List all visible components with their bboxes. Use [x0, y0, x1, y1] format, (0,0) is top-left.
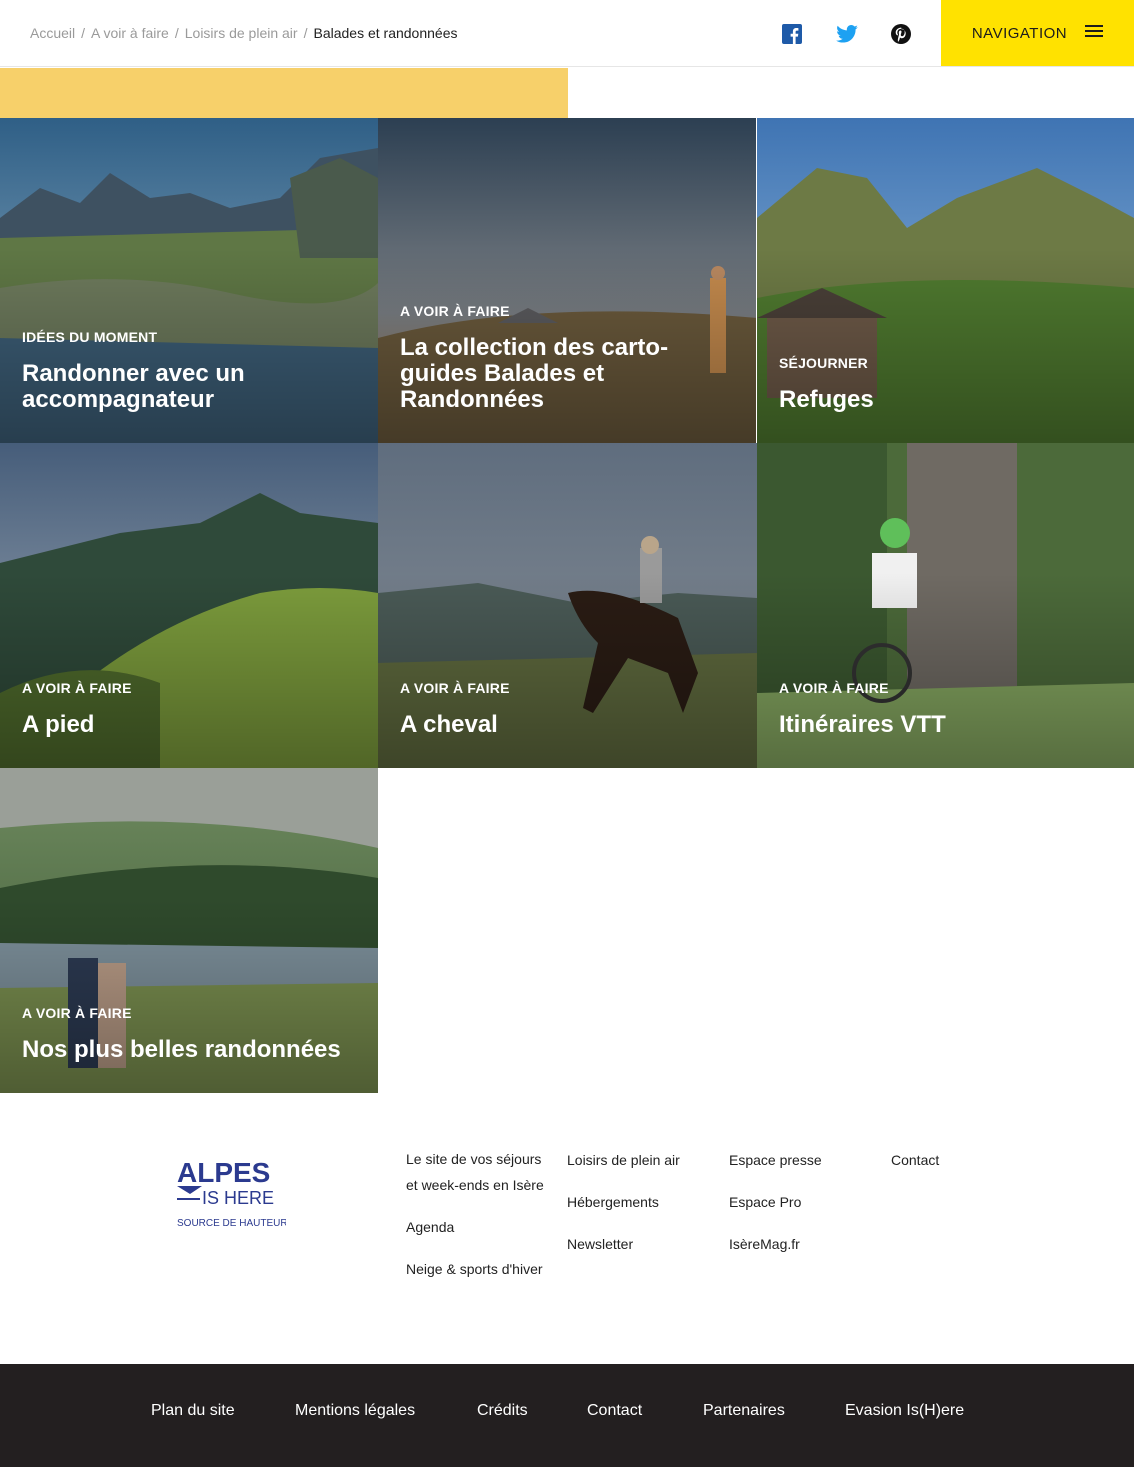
svg-text:IS HERE: IS HERE [202, 1188, 274, 1208]
hamburger-menu-icon [1085, 24, 1104, 43]
tile-plus-belles-randonnees[interactable]: A VOIR À FAIRE Nos plus belles randonnée… [0, 768, 378, 1093]
breadcrumb-separator: / [303, 25, 308, 41]
tile-randonner-accompagnateur[interactable]: IDÉES DU MOMENT Randonner avec un accomp… [0, 118, 378, 443]
breadcrumb-separator: / [174, 25, 179, 41]
tile-title: Nos plus belles randonnées [22, 1036, 341, 1063]
tile-title: Randonner avec un accompagnateur [22, 360, 245, 413]
bottom-link-evasion-ishere[interactable]: Evasion Is(H)ere [845, 1402, 964, 1420]
tile-category: A VOIR À FAIRE [400, 303, 510, 319]
tile-carto-guides[interactable]: A VOIR À FAIRE La collection des carto-g… [378, 118, 756, 443]
site-header: Accueil / A voir à faire / Loisirs de pl… [0, 0, 1134, 67]
alpes-is-here-logo[interactable]: ALPES IS HERE SOURCE DE HAUTEUR [176, 1157, 288, 1233]
footer-link-neige[interactable]: Neige & sports d'hiver [406, 1256, 543, 1282]
tile-category: A VOIR À FAIRE [22, 1005, 132, 1021]
bottom-link-contact[interactable]: Contact [587, 1402, 642, 1420]
tile-category: A VOIR À FAIRE [400, 680, 510, 696]
tile-category: IDÉES DU MOMENT [22, 329, 158, 345]
svg-text:ALPES: ALPES [177, 1158, 270, 1188]
svg-text:SOURCE DE HAUTEUR: SOURCE DE HAUTEUR [177, 1218, 286, 1229]
twitter-icon[interactable] [835, 22, 859, 46]
footer-link-site-sejours-line2[interactable]: et week-ends en Isère [406, 1172, 544, 1198]
footer-link-espace-pro[interactable]: Espace Pro [729, 1189, 801, 1215]
breadcrumb-separator: / [81, 25, 86, 41]
bottom-link-credits[interactable]: Crédits [477, 1402, 528, 1420]
tile-title: Itinéraires VTT [779, 711, 946, 738]
tile-title: La collection des carto-guides Balades e… [400, 334, 669, 413]
tile-itineraires-vtt[interactable]: A VOIR À FAIRE Itinéraires VTT [757, 443, 1134, 768]
tile-a-cheval[interactable]: A VOIR À FAIRE A cheval [378, 443, 757, 768]
tile-a-pied[interactable]: A VOIR À FAIRE A pied [0, 443, 378, 768]
bottom-link-plan-du-site[interactable]: Plan du site [151, 1402, 235, 1420]
tile-category: A VOIR À FAIRE [22, 680, 132, 696]
footer-link-loisirs[interactable]: Loisirs de plein air [567, 1147, 680, 1173]
tile-refuges[interactable]: SÉJOURNER Refuges [757, 118, 1134, 443]
footer-link-hebergements[interactable]: Hébergements [567, 1189, 659, 1215]
tile-title: Refuges [779, 386, 874, 413]
footer-link-iseremag[interactable]: IsèreMag.fr [729, 1231, 800, 1257]
breadcrumb-loisirs[interactable]: Loisirs de plein air [185, 24, 298, 42]
footer-link-agenda[interactable]: Agenda [406, 1214, 454, 1240]
breadcrumb-current: Balades et randonnées [313, 25, 458, 41]
footer-link-espace-presse[interactable]: Espace presse [729, 1147, 822, 1173]
tile-category: A VOIR À FAIRE [779, 680, 889, 696]
navigation-button[interactable]: NAVIGATION [941, 0, 1134, 66]
breadcrumb-home[interactable]: Accueil [30, 24, 75, 42]
tile-category: SÉJOURNER [779, 355, 868, 371]
facebook-icon[interactable] [780, 22, 804, 46]
breadcrumb: Accueil / A voir à faire / Loisirs de pl… [30, 24, 457, 42]
tile-title: A pied [22, 711, 95, 738]
breadcrumb-a-voir-a-faire[interactable]: A voir à faire [91, 24, 169, 42]
footer-link-contact[interactable]: Contact [891, 1147, 939, 1173]
bottom-link-partenaires[interactable]: Partenaires [703, 1402, 785, 1420]
footer-link-newsletter[interactable]: Newsletter [567, 1231, 633, 1257]
bottom-link-mentions-legales[interactable]: Mentions légales [295, 1402, 415, 1420]
yellow-accent-band [0, 68, 568, 118]
pinterest-icon[interactable] [889, 22, 913, 46]
navigation-label: NAVIGATION [971, 24, 1068, 42]
tile-title: A cheval [400, 711, 498, 738]
footer-link-site-sejours[interactable]: Le site de vos séjours [406, 1146, 541, 1172]
